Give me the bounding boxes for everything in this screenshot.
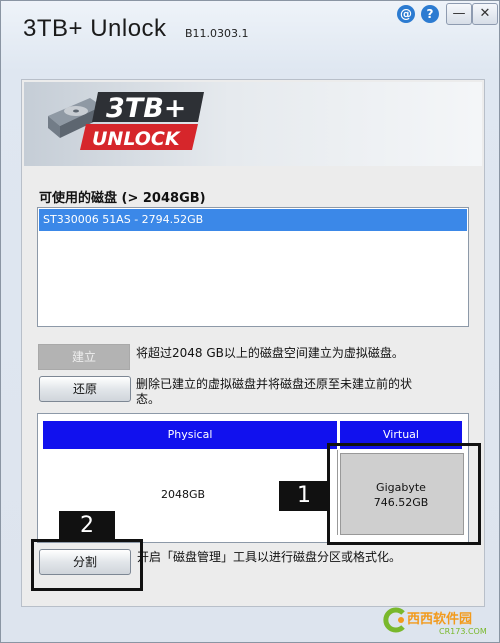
web-icon[interactable]: @ <box>397 5 415 23</box>
disk-list-item[interactable]: ST330006 51AS - 2794.52GB <box>39 209 467 231</box>
disk-list[interactable]: ST330006 51AS - 2794.52GB <box>37 207 469 327</box>
callout-number-2: 2 <box>59 511 115 541</box>
callout-box-1 <box>327 443 481 545</box>
create-button[interactable]: 建立 <box>38 344 130 370</box>
app-window: 3TB+ Unlock B11.0303.1 @ ? — ✕ 3TB+ UNLO… <box>0 0 500 643</box>
watermark: 西西软件园 CR173.COM <box>381 601 497 639</box>
close-button[interactable]: ✕ <box>472 3 498 25</box>
svg-text:UNLOCK: UNLOCK <box>92 128 181 150</box>
split-description: 开启「磁盘管理」工具以进行磁盘分区或格式化。 <box>137 550 402 564</box>
watermark-name: 西西软件园 <box>407 612 473 627</box>
physical-header: Physical <box>43 421 337 449</box>
create-description: 将超过2048 GB以上的磁盘空间建立为虚拟磁盘。 <box>136 346 404 360</box>
restore-description-line1: 删除已建立的虚拟磁盘并将磁盘还原至未建立前的状 <box>136 377 413 391</box>
logo-banner: 3TB+ UNLOCK <box>24 82 482 166</box>
help-icon[interactable]: ? <box>421 5 439 23</box>
watermark-url: CR173.COM <box>439 627 487 636</box>
physical-size: 2048GB <box>161 488 206 501</box>
svg-text:3TB+: 3TB+ <box>106 93 186 124</box>
split-button[interactable]: 分割 <box>39 549 131 575</box>
app-logo: 3TB+ UNLOCK <box>48 92 204 150</box>
minimize-button[interactable]: — <box>446 3 472 25</box>
window-title: 3TB+ Unlock <box>23 15 167 42</box>
callout-number-1: 1 <box>279 481 329 511</box>
version-label: B11.0303.1 <box>185 27 249 40</box>
watermark-logo-icon <box>383 607 405 633</box>
restore-description-line2: 态。 <box>136 392 161 406</box>
disk-list-label: 可使用的磁盘 (> 2048GB) <box>39 191 206 206</box>
restore-button[interactable]: 还原 <box>39 376 131 402</box>
